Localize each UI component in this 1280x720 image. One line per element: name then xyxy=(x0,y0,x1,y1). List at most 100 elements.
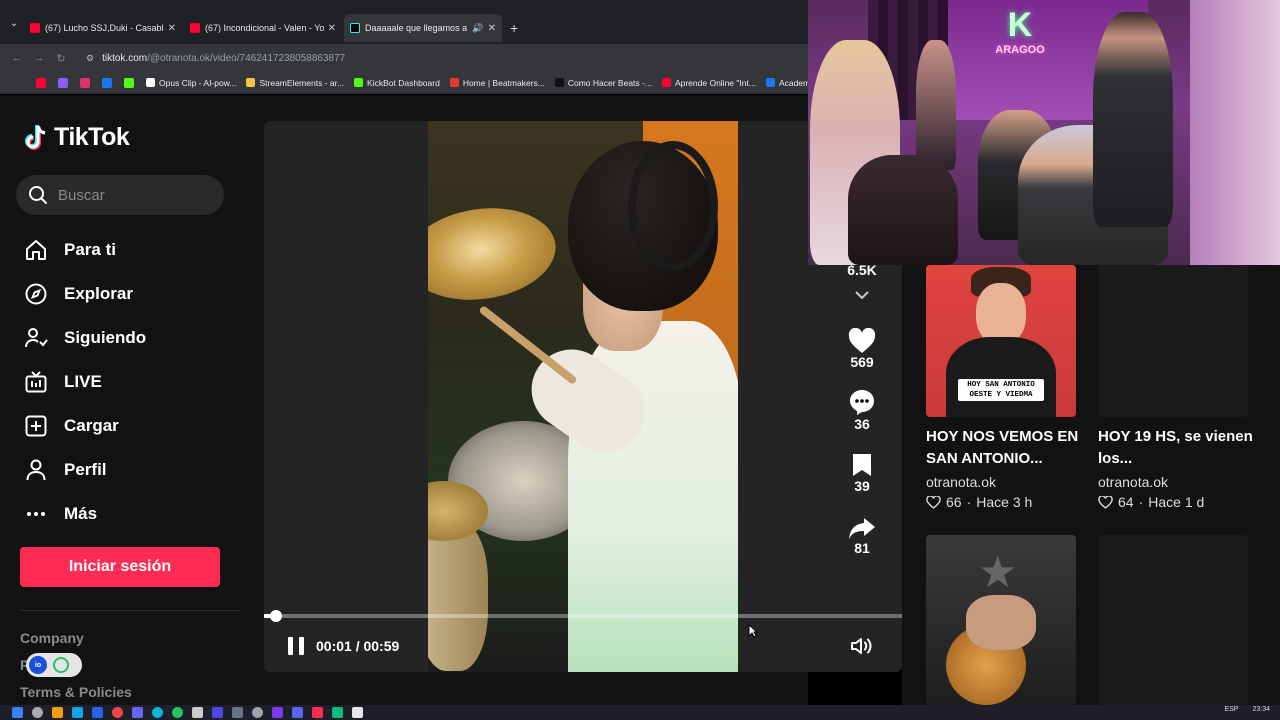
heart-outline-icon xyxy=(926,495,941,509)
time-total: 00:59 xyxy=(363,638,400,654)
tiktok-icon[interactable] xyxy=(312,707,323,718)
app-icon[interactable] xyxy=(352,707,363,718)
app-icon[interactable] xyxy=(212,707,223,718)
kick-bookmark-icon[interactable] xyxy=(124,77,134,88)
video-headphones xyxy=(628,141,718,271)
obs-icon[interactable] xyxy=(252,707,263,718)
language-indicator[interactable]: ESP xyxy=(1224,706,1238,713)
tab-search-chevron-icon[interactable]: ⌄ xyxy=(4,8,24,38)
discord-icon[interactable] xyxy=(292,707,303,718)
mouse-cursor-icon xyxy=(748,624,758,638)
nav-item-perfil[interactable]: Perfil xyxy=(24,448,146,492)
search-icon[interactable] xyxy=(32,707,43,718)
share-icon[interactable] xyxy=(834,496,890,540)
tiktok-note-icon xyxy=(25,124,46,150)
outlook-icon[interactable] xyxy=(92,707,103,718)
tab-youtube-1[interactable]: (67) Lucho SSJ,Duki - Casablanca ✕ xyxy=(24,14,182,42)
search-input[interactable] xyxy=(58,186,218,204)
neon-letter: K xyxy=(1007,6,1033,44)
recommendation-title-1[interactable]: HOY NOS VEMOS EN SAN ANTONIO... xyxy=(926,426,1086,470)
url-field[interactable]: ⚙ tiktok.com/@otranota.ok/video/74624172… xyxy=(86,53,345,64)
recommendation-author-2[interactable]: otranota.ok xyxy=(1098,474,1168,490)
tab-youtube-2[interactable]: (67) Incondicional - Valen - You ✕ xyxy=(184,14,342,42)
recommendation-thumbnail-2[interactable] xyxy=(1098,265,1248,417)
app-icon[interactable] xyxy=(132,707,143,718)
facebook-bookmark-icon[interactable] xyxy=(102,77,112,88)
app-icon[interactable] xyxy=(232,707,243,718)
extension-widget[interactable]: io xyxy=(26,653,82,677)
cam-window xyxy=(1190,0,1280,265)
pause-icon[interactable] xyxy=(288,637,304,655)
close-tab-icon[interactable]: ✕ xyxy=(488,23,496,34)
bookmark-favicon-icon xyxy=(354,78,364,87)
bookmark-aprende-online[interactable]: Aprende Online "Int... xyxy=(661,78,756,88)
forward-arrow-icon[interactable]: → xyxy=(30,52,48,64)
start-icon[interactable] xyxy=(12,707,23,718)
whatsapp-icon[interactable] xyxy=(172,707,183,718)
site-info-icon[interactable]: ⚙ xyxy=(86,53,94,64)
progress-handle[interactable] xyxy=(270,610,282,622)
store-icon[interactable] xyxy=(72,707,83,718)
back-arrow-icon[interactable]: ← xyxy=(8,52,26,64)
video-progress-bar[interactable] xyxy=(264,610,902,622)
cam-person-2 xyxy=(916,40,956,170)
bookmark-kickbot[interactable]: KickBot Dashboard xyxy=(354,78,440,88)
recommendation-title-2[interactable]: HOY 19 HS, se vienen los... xyxy=(1098,426,1258,470)
bookmark-como-hacer-beats[interactable]: Como Hacer Beats -... xyxy=(554,78,652,88)
recommendation-thumbnail-4[interactable] xyxy=(1098,535,1248,705)
video-frame[interactable] xyxy=(428,121,738,672)
home-icon xyxy=(24,238,48,262)
recommendation-thumbnail-1[interactable]: HOY SAN ANTONIO OESTE Y VIEDMA xyxy=(926,265,1076,417)
chevron-down-icon[interactable] xyxy=(834,280,890,310)
app-icon[interactable] xyxy=(332,707,343,718)
chrome-icon[interactable] xyxy=(112,707,123,718)
tiktok-logo[interactable]: TikTok xyxy=(24,123,130,152)
time-current: 00:01 xyxy=(316,638,352,654)
nav-item-para-ti[interactable]: Para ti xyxy=(24,228,146,272)
video-player[interactable] xyxy=(264,121,902,672)
app-icon[interactable] xyxy=(272,707,283,718)
bookmark-favicon-icon xyxy=(661,78,671,87)
instagram-bookmark-icon[interactable] xyxy=(80,77,90,88)
login-button[interactable]: Iniciar sesión xyxy=(20,547,220,587)
player-controls: 00:01 / 00:59 xyxy=(264,630,902,662)
bookmark-favicon-icon xyxy=(554,78,564,87)
nav-item-siguiendo[interactable]: Siguiendo xyxy=(24,316,146,360)
reload-icon[interactable]: ↻ xyxy=(52,52,70,65)
nav-item-live[interactable]: LIVE xyxy=(24,360,146,404)
speaker-icon[interactable]: 🔊 xyxy=(472,23,483,34)
close-tab-icon[interactable]: ✕ xyxy=(328,23,336,34)
file-explorer-icon[interactable] xyxy=(52,707,63,718)
clock[interactable]: 23:34 xyxy=(1252,706,1270,713)
edge-icon[interactable] xyxy=(152,707,163,718)
recommendation-author-1[interactable]: otranota.ok xyxy=(926,474,996,490)
app-icon[interactable] xyxy=(192,707,203,718)
bookmark-icon[interactable] xyxy=(834,434,890,478)
power-icon[interactable] xyxy=(53,657,69,673)
heart-outline-icon xyxy=(1098,495,1113,509)
recommendation-thumbnail-3[interactable]: ★ xyxy=(926,535,1076,705)
bookmark-academia[interactable]: Academia d xyxy=(765,78,808,88)
upload-icon xyxy=(24,414,48,438)
footer-link-terms[interactable]: Terms & Policies xyxy=(20,684,132,700)
volume-icon[interactable] xyxy=(850,636,874,661)
bookmark-opus-clip[interactable]: Opus Clip - AI-pow... xyxy=(146,78,236,88)
close-tab-icon[interactable]: ✕ xyxy=(168,23,176,34)
time-separator: / xyxy=(351,638,364,654)
new-tab-button[interactable]: + xyxy=(510,20,518,36)
tiktok-icon xyxy=(350,23,360,33)
footer-link-company[interactable]: Company xyxy=(20,630,84,646)
nav-item-explorar[interactable]: Explorar xyxy=(24,272,146,316)
comment-icon[interactable] xyxy=(834,372,890,416)
nav-item-mas[interactable]: Más xyxy=(24,492,146,536)
action-rail: 6.5K 569 36 39 81 xyxy=(834,262,890,558)
nav-item-cargar[interactable]: Cargar xyxy=(24,404,146,448)
tab-tiktok-active[interactable]: Daaaaale que llegamos a la 🔊 ✕ xyxy=(344,14,502,42)
twitch-bookmark-icon[interactable] xyxy=(58,77,68,88)
heart-icon[interactable] xyxy=(834,310,890,354)
search-box xyxy=(16,175,224,215)
bookmark-streamelements[interactable]: StreamElements - ar... xyxy=(246,78,344,88)
profile-icon xyxy=(24,458,48,482)
youtube-bookmark-icon[interactable] xyxy=(36,77,46,88)
bookmark-beatmakers[interactable]: Home | Beatmakers... xyxy=(449,78,545,88)
